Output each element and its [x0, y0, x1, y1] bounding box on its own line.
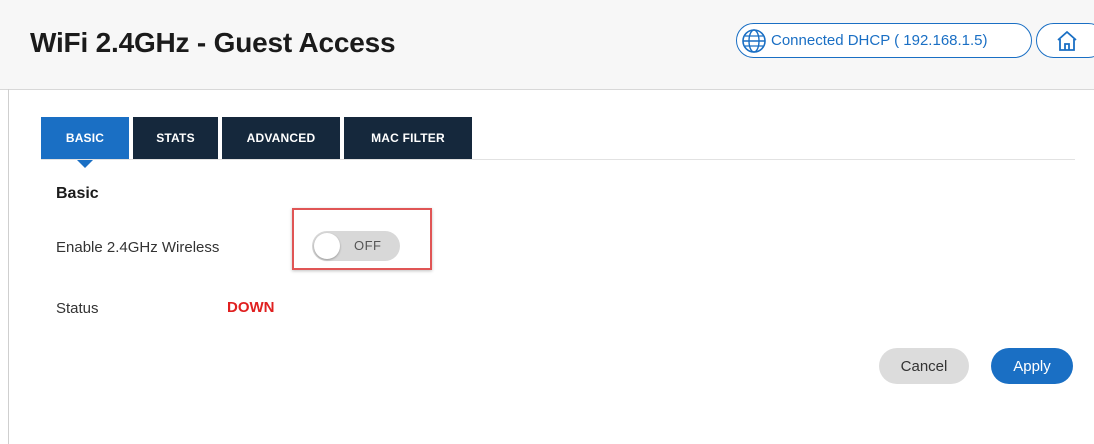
- home-icon: [1057, 31, 1077, 51]
- page-title: WiFi 2.4GHz - Guest Access: [30, 27, 396, 58]
- tab-stats[interactable]: STATS: [133, 117, 218, 159]
- status-label: Status: [56, 300, 99, 317]
- enable-wireless-toggle[interactable]: OFF: [312, 231, 400, 261]
- tab-basic[interactable]: BASIC: [41, 117, 129, 168]
- enable-wireless-label: Enable 2.4GHz Wireless: [56, 239, 220, 256]
- cancel-button[interactable]: Cancel: [879, 348, 969, 384]
- tab-advanced[interactable]: ADVANCED: [222, 117, 340, 159]
- connection-status-text: Connected DHCP ( 192.168.1.5): [771, 32, 988, 49]
- apply-button[interactable]: Apply: [991, 348, 1073, 384]
- connection-status-pill[interactable]: Connected DHCP ( 192.168.1.5): [736, 23, 1032, 58]
- tab-divider: [41, 159, 1075, 160]
- toggle-knob: [314, 233, 340, 259]
- toggle-state-label: OFF: [354, 238, 382, 253]
- status-value: DOWN: [227, 299, 275, 316]
- globe-icon: [742, 28, 766, 53]
- tab-bar: BASIC STATS ADVANCED MAC FILTER: [41, 117, 476, 168]
- section-title: Basic: [56, 185, 99, 202]
- home-button[interactable]: [1036, 23, 1094, 58]
- tab-mac-filter[interactable]: MAC FILTER: [344, 117, 472, 159]
- page-header: WiFi 2.4GHz - Guest Access Connected DHC…: [0, 0, 1094, 90]
- content-border: [8, 89, 9, 444]
